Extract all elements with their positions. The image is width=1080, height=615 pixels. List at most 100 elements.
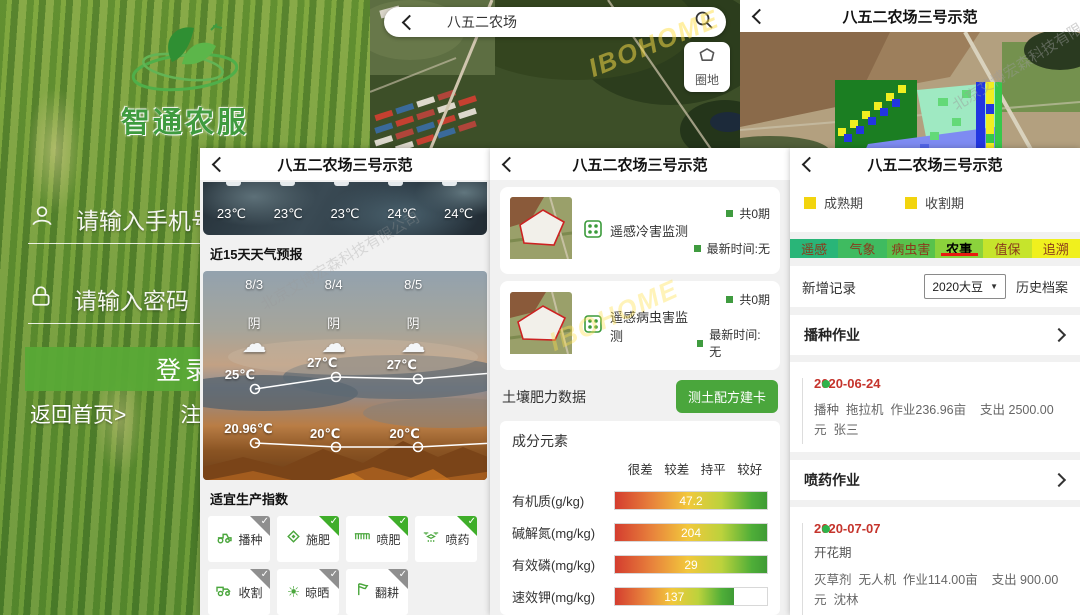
- latest-time: 最新时间:无: [707, 240, 770, 257]
- chevron-right-icon: [1052, 473, 1066, 487]
- logo-leaves-icon: [119, 18, 251, 98]
- history-archive-link[interactable]: 历史档案: [1016, 277, 1068, 296]
- soil-bar-row: 有机质(g/kg) 47.2: [512, 491, 768, 510]
- dots-grid-icon: [584, 220, 602, 241]
- search-icon[interactable]: [694, 10, 714, 35]
- check-icon: ✓: [399, 516, 407, 528]
- bullet-icon: [726, 296, 733, 303]
- forecast-date: 8/3: [245, 277, 263, 292]
- bar-track: 47.2: [614, 491, 768, 510]
- dots-grid-icon: [584, 315, 602, 336]
- bar-fill: 137: [615, 588, 734, 605]
- monitor-card-cold[interactable]: 遥感冷害监测 共0期 最新时间:无: [500, 187, 780, 274]
- back-home-link[interactable]: 返回首页>: [30, 399, 126, 429]
- monitor-card-pest[interactable]: 遥感病虫害监测 共0期 最新时间:无: [500, 281, 780, 370]
- index-section-label: 适宜生产指数: [200, 480, 490, 514]
- phone-placeholder: 请输入手机号: [76, 202, 214, 236]
- quality-scale: 很差 较差 持平 较好: [622, 459, 768, 478]
- records-header: 八五二农场三号示范: [790, 148, 1080, 180]
- plow-icon: [355, 582, 370, 602]
- fertility-section-label: 土壤肥力数据: [502, 387, 676, 407]
- check-icon: ✓: [261, 516, 269, 528]
- new-record-row: 新增记录 2020大豆 ▼ 历史档案: [790, 266, 1080, 307]
- low-temp: 20℃: [390, 426, 420, 442]
- forecast-card[interactable]: 8/3 8/4 8/5 阴 阴 阴 ☁ ☁ ☁ 25℃ 27℃ 27℃ 20.9…: [203, 271, 487, 480]
- soil-bar-row: 有效磷(mg/kg) 29: [512, 555, 768, 574]
- op-card-seeding[interactable]: 播种 ✓: [208, 516, 270, 562]
- soil-bar-row: 碱解氮(mg/kg) 204: [512, 523, 768, 542]
- strip-temp: 24℃: [430, 194, 487, 222]
- bar-fill: 29: [615, 556, 767, 573]
- field-classification-map[interactable]: [740, 32, 1080, 160]
- fertilizer-icon: [286, 529, 301, 549]
- strip-temp: 23℃: [203, 194, 260, 222]
- soil-monitor-screen: 八五二农场三号示范 遥感冷害监测 共0期 最新时间:无 遥感病虫害监测: [490, 148, 790, 615]
- bullet-icon: [697, 340, 704, 347]
- strip-temp: 24℃: [373, 194, 430, 222]
- field-header: 八五二农场三号示范: [740, 0, 1080, 32]
- op-card-drying[interactable]: ☀ 晾晒 ✓: [277, 569, 339, 615]
- season-select[interactable]: 2020大豆 ▼: [924, 274, 1006, 299]
- plot-thumbnail: [510, 292, 572, 359]
- group-header-spraying[interactable]: 喷药作业: [790, 460, 1080, 500]
- soil-bar-row: 速效钾(mg/kg) 137: [512, 587, 768, 606]
- draw-plot-label: 圈地: [695, 71, 719, 88]
- op-card-spray-pesticide[interactable]: 喷药 ✓: [415, 516, 477, 562]
- tab-remote-sensing[interactable]: 遥感: [790, 239, 838, 258]
- sun-icon: ☀: [287, 585, 300, 600]
- cloud-icon: ☁: [242, 329, 267, 359]
- user-icon: [30, 204, 54, 234]
- plot-thumbnail: [510, 197, 572, 264]
- group-header-seeding[interactable]: 播种作业: [790, 315, 1080, 355]
- weather-screen: 八五二农场三号示范 23℃ 23℃ 23℃ 24℃ 24℃ 近15天天气预报: [200, 148, 490, 615]
- forecast-date: 8/5: [404, 277, 422, 292]
- search-input[interactable]: 八五二农场: [447, 12, 694, 32]
- screenshot-collage: 智通农服 请输入手机号 请输入密码 登录 返回首页> 注册>: [0, 0, 1080, 615]
- password-placeholder: 请输入密码: [74, 282, 189, 316]
- map-search-bar[interactable]: 八五二农场: [384, 7, 726, 37]
- farm-map-screen: 八五二农场 圈地: [370, 0, 740, 155]
- stage-legend: 成熟期 收割期: [790, 180, 1080, 232]
- op-card-spray-fertilizer[interactable]: 喷肥 ✓: [346, 516, 408, 562]
- bar-track: 29: [614, 555, 768, 574]
- check-icon: ✓: [330, 569, 338, 581]
- low-temp: 20℃: [310, 426, 340, 442]
- tab-pests[interactable]: 病虫害: [887, 239, 935, 258]
- soil-test-card-button[interactable]: 测土配方建卡: [676, 380, 778, 413]
- check-icon: ✓: [399, 569, 407, 581]
- elements-title: 成分元素: [512, 431, 768, 451]
- weather-header: 八五二农场三号示范: [200, 148, 490, 180]
- chevron-right-icon: [1052, 328, 1066, 342]
- tab-traceability[interactable]: 追溯: [1032, 239, 1080, 258]
- page-title: 八五二农场三号示范: [790, 154, 1080, 175]
- bar-fill: 47.2: [615, 492, 767, 509]
- draw-plot-button[interactable]: 圈地: [684, 42, 730, 92]
- op-card-fertilize[interactable]: 施肥 ✓: [277, 516, 339, 562]
- record-entry[interactable]: 2020-07-07 开花期 灭草剂 无人机 作业114.00亩 支出 900.…: [790, 507, 1080, 615]
- app-logo: 智通农服: [0, 18, 370, 141]
- harvester-icon: [215, 583, 233, 602]
- forecast-section-label: 近15天天气预报: [200, 235, 490, 269]
- new-record-label[interactable]: 新增记录: [802, 277, 924, 297]
- active-tab-underline: [941, 253, 978, 256]
- back-icon[interactable]: [402, 14, 418, 30]
- high-temp: 27℃: [307, 355, 337, 371]
- lock-icon: [30, 284, 52, 314]
- record-entry[interactable]: 2020-06-24 播种 拖拉机 作业236.96亩 支出 2500.00 元…: [790, 362, 1080, 452]
- tab-farm-work[interactable]: 农事: [935, 239, 983, 258]
- latest-time: 最新时间:无: [709, 326, 770, 360]
- hourly-strip[interactable]: 23℃ 23℃ 23℃ 24℃ 24℃: [203, 182, 487, 235]
- op-card-plowing[interactable]: 翻耕 ✓: [346, 569, 408, 615]
- check-icon: ✓: [261, 569, 269, 581]
- monitor-stats: 共0期 最新时间:无: [697, 291, 770, 360]
- farm-records-screen: 八五二农场三号示范 成熟期 收割期 遥感 气象 病虫害 农事 值保 追溯 新增记…: [790, 148, 1080, 615]
- page-title: 八五二农场三号示范: [200, 154, 490, 175]
- tab-meteorology[interactable]: 气象: [838, 239, 886, 258]
- category-tabs: 遥感 气象 病虫害 农事 值保 追溯: [790, 239, 1080, 258]
- elements-card: 成分元素 很差 较差 持平 较好 有机质(g/kg) 47.2 碱解氮(mg/k…: [500, 421, 780, 615]
- polygon-icon: [697, 47, 717, 69]
- harvest-legend-swatch: [905, 197, 917, 209]
- op-card-harvest[interactable]: 收割 ✓: [208, 569, 270, 615]
- tab-plant-protection[interactable]: 值保: [983, 239, 1031, 258]
- spray-bar-icon: [353, 530, 371, 548]
